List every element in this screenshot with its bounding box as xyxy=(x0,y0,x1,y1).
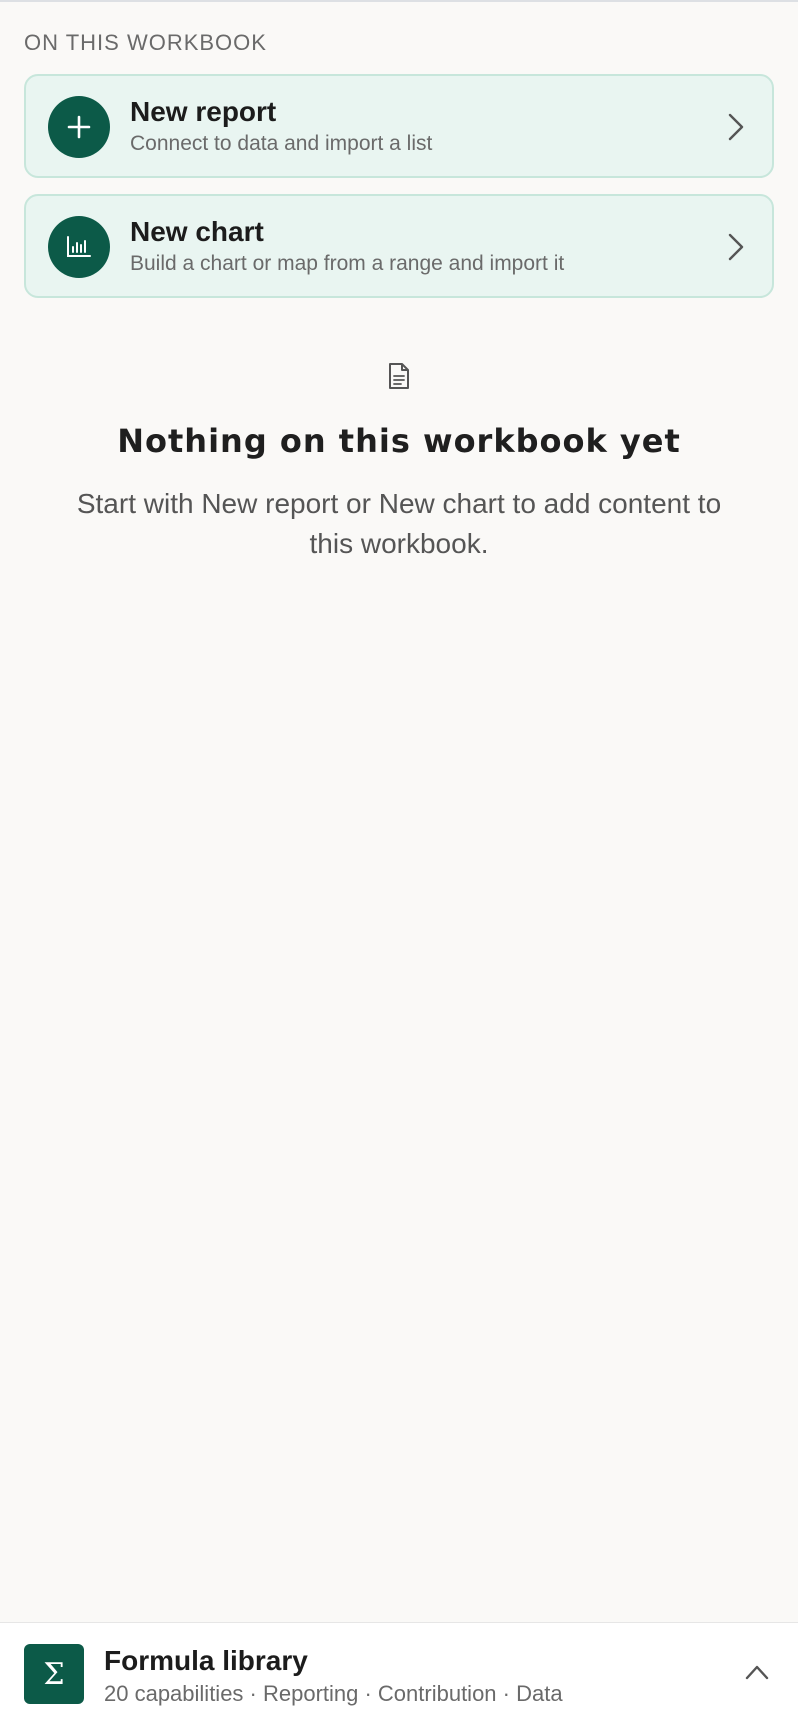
document-icon xyxy=(389,363,409,389)
formula-library-title: Formula library xyxy=(104,1645,308,1676)
empty-state-title: Nothing on this workbook yet xyxy=(117,422,681,460)
section-label: ON THIS WORKBOOK xyxy=(24,30,267,55)
plus-icon xyxy=(48,96,110,158)
chart-bars-icon xyxy=(48,216,110,278)
empty-state-body: Start with New report or New chart to ad… xyxy=(76,488,722,559)
chevron-right-icon xyxy=(728,233,744,261)
chevron-up-icon[interactable] xyxy=(744,1663,770,1681)
workbook-page: ON THIS WORKBOOK New report Connect to d… xyxy=(0,0,798,1722)
formula-library-subtitle: 20 capabilities · Reporting · Contributi… xyxy=(104,1681,563,1706)
chevron-right-icon xyxy=(728,113,744,141)
new-chart-subtitle: Build a chart or map from a range and im… xyxy=(130,252,565,275)
new-report-button[interactable]: New report Connect to data and import a … xyxy=(24,74,774,178)
new-chart-title: New chart xyxy=(130,216,264,247)
new-chart-button[interactable]: New chart Build a chart or map from a ra… xyxy=(24,194,774,298)
new-report-subtitle: Connect to data and import a list xyxy=(130,132,433,155)
new-report-title: New report xyxy=(130,96,277,127)
sigma-icon: Σ xyxy=(24,1644,84,1704)
formula-library-bar[interactable]: Σ Formula library 20 capabilities · Repo… xyxy=(0,1622,798,1722)
